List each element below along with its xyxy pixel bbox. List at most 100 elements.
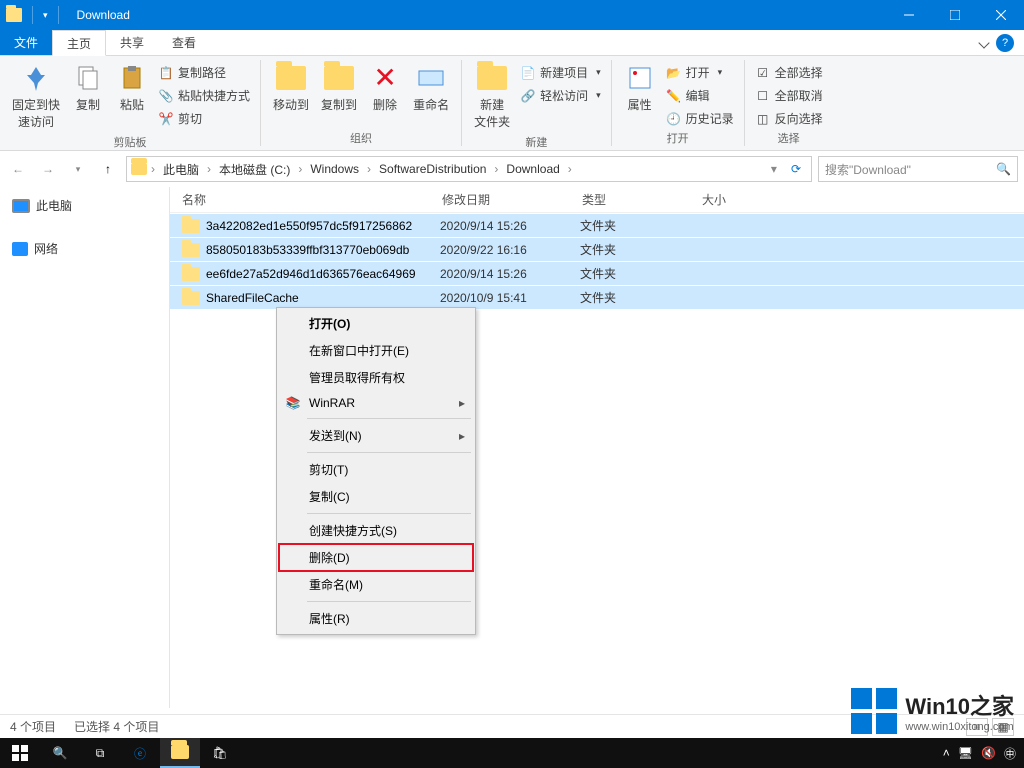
address-bar[interactable]: › 此电脑 › 本地磁盘 (C:) › Windows › SoftwareDi… (126, 156, 812, 182)
pin-icon (20, 62, 52, 94)
ctx-winrar[interactable]: 📚WinRAR▸ (279, 391, 473, 415)
tab-home[interactable]: 主页 (52, 30, 106, 56)
ctx-properties[interactable]: 属性(R) (279, 605, 473, 632)
context-menu: 打开(O) 在新窗口中打开(E) 管理员取得所有权 📚WinRAR▸ 发送到(N… (276, 307, 476, 635)
computer-icon (12, 199, 30, 213)
invert-selection-button[interactable]: ◫反向选择 (751, 108, 827, 129)
rename-button[interactable]: 重命名 (407, 58, 455, 117)
copy-path-button[interactable]: 📋复制路径 (154, 62, 254, 83)
tab-view[interactable]: 查看 (158, 30, 210, 55)
collapse-ribbon-icon[interactable] (978, 37, 989, 48)
chevron-right-icon[interactable]: › (149, 162, 157, 176)
move-to-button[interactable]: 移动到 (267, 58, 315, 117)
crumb-this-pc[interactable]: 此电脑 (159, 161, 203, 178)
chevron-right-icon[interactable]: › (296, 162, 304, 176)
tray-ime-icon[interactable]: ㊥ (1004, 745, 1016, 762)
forward-button[interactable]: → (36, 157, 60, 181)
open-button[interactable]: 📂打开▾ (662, 62, 738, 83)
ctx-rename[interactable]: 重命名(M) (279, 571, 473, 598)
ctx-shortcut[interactable]: 创建快捷方式(S) (279, 517, 473, 544)
ctx-cut[interactable]: 剪切(T) (279, 456, 473, 483)
edge-button[interactable]: ⓔ (120, 738, 160, 768)
sidebar-item-this-pc[interactable]: 此电脑 (6, 193, 163, 218)
sidebar-item-network[interactable]: 网络 (6, 236, 163, 261)
new-folder-button[interactable]: 新建 文件夹 (468, 58, 516, 134)
select-all-button[interactable]: ☑全部选择 (751, 62, 827, 83)
edit-button[interactable]: ✏️编辑 (662, 85, 738, 106)
task-view-button[interactable]: ⧉ (80, 738, 120, 768)
refresh-icon[interactable]: ⟳ (785, 162, 807, 176)
file-date: 2020/10/9 15:41 (440, 291, 580, 305)
properties-button[interactable]: 属性 (618, 58, 662, 117)
chevron-right-icon[interactable]: › (566, 162, 574, 176)
invert-icon: ◫ (755, 111, 771, 127)
copy-to-button[interactable]: 复制到 (315, 58, 363, 117)
table-row[interactable]: 3a422082ed1e550f957dc5f917256862 2020/9/… (170, 213, 1024, 237)
file-type: 文件夹 (580, 217, 700, 234)
copy-button[interactable]: 复制 (66, 58, 110, 117)
cut-button[interactable]: ✂️剪切 (154, 108, 254, 129)
rename-icon (415, 62, 447, 94)
crumb-sd[interactable]: SoftwareDistribution (375, 162, 490, 176)
edit-icon: ✏️ (666, 88, 682, 104)
move-to-icon (275, 62, 307, 94)
tab-file[interactable]: 文件 (0, 30, 52, 55)
copy-icon (72, 62, 104, 94)
table-row[interactable]: SharedFileCache 2020/10/9 15:41 文件夹 (170, 285, 1024, 309)
paste-shortcut-button[interactable]: 📎粘贴快捷方式 (154, 85, 254, 106)
delete-button[interactable]: ✕ 删除 (363, 58, 407, 117)
ctx-send-to[interactable]: 发送到(N)▸ (279, 422, 473, 449)
explorer-button[interactable] (160, 738, 200, 768)
delete-icon: ✕ (369, 62, 401, 94)
back-button[interactable]: ← (6, 157, 30, 181)
ctx-new-window[interactable]: 在新窗口中打开(E) (279, 337, 473, 364)
ctx-admin[interactable]: 管理员取得所有权 (279, 364, 473, 391)
header-type[interactable]: 类型 (582, 191, 702, 208)
tray-volume-icon[interactable]: 🔇 (981, 746, 996, 760)
maximize-button[interactable] (932, 0, 978, 30)
crumb-download[interactable]: Download (502, 162, 563, 176)
copy-to-icon (323, 62, 355, 94)
watermark: Win10之家 www.win10xitong.com (851, 688, 1014, 734)
help-icon[interactable]: ? (996, 34, 1014, 52)
easy-access-button[interactable]: 🔗轻松访问▾ (516, 85, 605, 106)
organize-group-label: 组织 (267, 130, 455, 148)
close-button[interactable] (978, 0, 1024, 30)
crumb-drive[interactable]: 本地磁盘 (C:) (215, 161, 294, 178)
up-button[interactable]: ↑ (96, 157, 120, 181)
header-name[interactable]: 名称 (182, 191, 442, 208)
ribbon: 固定到快 速访问 复制 粘贴 📋复制路径 📎粘贴快捷方式 ✂️剪切 剪贴板 移动… (0, 56, 1024, 151)
table-row[interactable]: ee6fde27a52d946d1d636576eac64969 2020/9/… (170, 261, 1024, 285)
header-date[interactable]: 修改日期 (442, 191, 582, 208)
quick-access-drop-icon[interactable]: ▾ (43, 10, 48, 21)
store-button[interactable]: 🛍 (200, 738, 240, 768)
ctx-delete[interactable]: 删除(D) (279, 544, 473, 571)
recent-locations-button[interactable]: ▾ (66, 157, 90, 181)
minimize-button[interactable] (886, 0, 932, 30)
paste-icon (116, 62, 148, 94)
chevron-right-icon[interactable]: › (492, 162, 500, 176)
start-button[interactable] (0, 738, 40, 768)
new-item-button[interactable]: 📄新建项目▾ (516, 62, 605, 83)
paste-button[interactable]: 粘贴 (110, 58, 154, 117)
chevron-right-icon[interactable]: › (205, 162, 213, 176)
submenu-arrow-icon: ▸ (459, 429, 465, 443)
ctx-open[interactable]: 打开(O) (279, 310, 473, 337)
crumb-windows[interactable]: Windows (306, 162, 363, 176)
tray-monitor-icon[interactable]: 🖥 (958, 746, 973, 760)
chevron-right-icon[interactable]: › (365, 162, 373, 176)
search-input[interactable]: 搜索"Download" 🔍 (818, 156, 1018, 182)
file-type: 文件夹 (580, 289, 700, 306)
file-name: 858050183b53339ffbf313770eb069db (206, 243, 440, 257)
ctx-copy[interactable]: 复制(C) (279, 483, 473, 510)
address-dropdown-icon[interactable]: ▾ (765, 162, 783, 176)
header-size[interactable]: 大小 (702, 191, 782, 208)
cut-icon: ✂️ (158, 111, 174, 127)
tab-share[interactable]: 共享 (106, 30, 158, 55)
pin-button[interactable]: 固定到快 速访问 (6, 58, 66, 134)
history-button[interactable]: 🕘历史记录 (662, 108, 738, 129)
search-button[interactable]: 🔍 (40, 738, 80, 768)
tray-chevron-icon[interactable]: ˄ (943, 746, 950, 760)
table-row[interactable]: 858050183b53339ffbf313770eb069db 2020/9/… (170, 237, 1024, 261)
select-none-button[interactable]: ☐全部取消 (751, 85, 827, 106)
